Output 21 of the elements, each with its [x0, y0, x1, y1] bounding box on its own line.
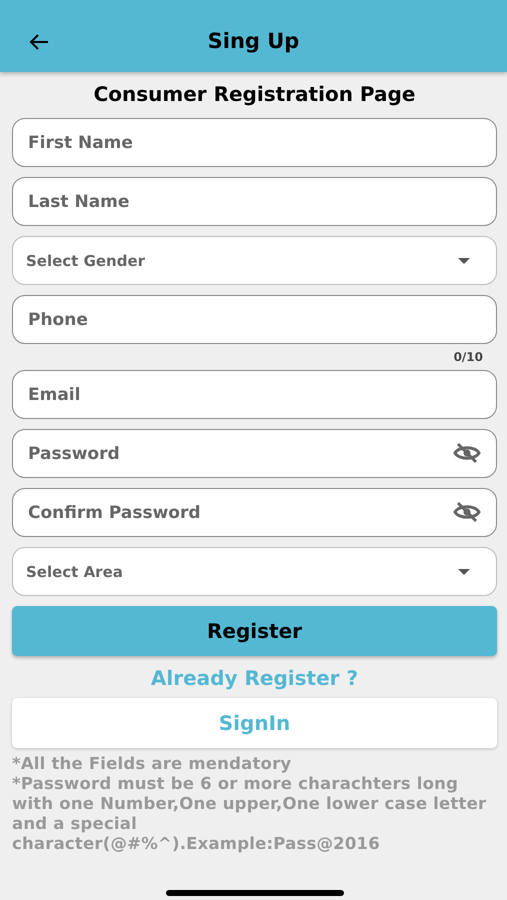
note-text: *Password must be 6 or more charachters long with one Number,One upper,One lower case letter and a special character(@#%^).Example:Pass@2016 [12, 774, 488, 854]
already-registered-text: Already Register ? [150, 666, 360, 690]
eye-slash-icon[interactable] [453, 442, 481, 464]
page-title: Consumer Registration Page [92, 82, 416, 106]
input-field[interactable]: Phone [12, 295, 497, 344]
dropdown-placeholder: Select Area [26, 562, 124, 580]
note-text: *All the Fields are mendatory [12, 754, 292, 774]
caret-icon [458, 568, 470, 574]
input-field[interactable]: Last Name [12, 177, 497, 226]
input-field[interactable]: First Name [12, 118, 497, 167]
dropdown-field[interactable]: Select Area [12, 547, 497, 596]
eye-slash-icon[interactable] [453, 501, 481, 523]
dropdown-field[interactable]: Select Gender [12, 236, 497, 285]
header-title: Sing Up [208, 28, 300, 53]
password-field[interactable]: Confirm Password [12, 488, 497, 537]
password-field[interactable]: Password [12, 429, 497, 478]
character-counter: 0/10 [454, 350, 483, 364]
dropdown-placeholder: Select Gender [26, 252, 146, 270]
caret-icon [458, 258, 470, 264]
register-button[interactable]: Register [12, 606, 497, 656]
input-field[interactable]: Email [12, 370, 497, 419]
